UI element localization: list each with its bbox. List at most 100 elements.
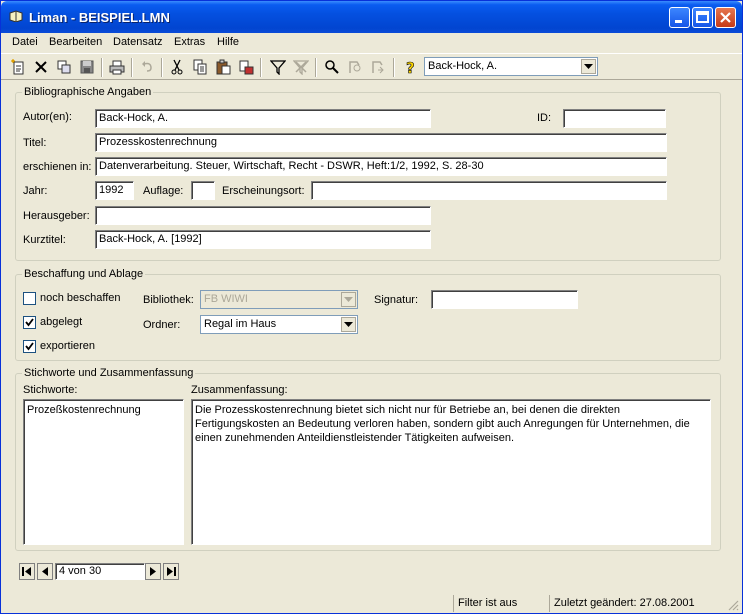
published-in-label: erschienen in:	[23, 161, 92, 173]
resize-grip-icon[interactable]	[727, 599, 739, 611]
first-record-icon	[22, 567, 31, 576]
find-previous-icon	[372, 61, 384, 74]
filed-label: abgelegt	[40, 316, 83, 328]
new-record-button[interactable]	[9, 58, 27, 76]
svg-text:?: ?	[406, 59, 415, 75]
close-icon	[720, 12, 731, 23]
close-button[interactable]	[715, 7, 736, 28]
record-selector-combo[interactable]: Back-Hock, A.	[424, 57, 598, 76]
cut-button[interactable]	[168, 58, 186, 76]
last-record-icon	[167, 567, 176, 576]
find-next-icon	[349, 61, 361, 73]
clear-filter-button[interactable]	[292, 58, 310, 76]
checkmark-icon	[25, 318, 34, 327]
next-record-icon	[150, 567, 156, 576]
title-bar[interactable]: Liman - BEISPIEL.LMN	[1, 1, 742, 33]
maximize-icon	[696, 11, 709, 23]
menu-bar: Datei Bearbeiten Datensatz Extras Hilfe	[1, 33, 742, 52]
print-button[interactable]	[108, 58, 126, 76]
paste-button[interactable]	[214, 58, 232, 76]
record-position-field[interactable]: 4 von 30	[55, 563, 145, 580]
save-button[interactable]	[78, 58, 96, 76]
editor-field[interactable]	[95, 206, 431, 225]
find-previous-button[interactable]	[369, 58, 387, 76]
edition-field[interactable]	[191, 181, 215, 200]
toolbar: ? Back-Hock, A.	[1, 53, 742, 80]
next-record-button[interactable]	[145, 563, 161, 580]
menu-extras[interactable]: Extras	[174, 36, 205, 48]
filter-button[interactable]	[269, 58, 287, 76]
title-label: Titel:	[23, 137, 47, 149]
published-in-field[interactable]: Datenverarbeitung. Steuer, Wirtschaft, R…	[95, 157, 667, 176]
delete-x-icon	[35, 61, 47, 73]
library-select[interactable]: FB WIWI	[200, 290, 358, 309]
procurement-group: Beschaffung und Ablage	[15, 268, 721, 361]
save-disk-icon	[80, 60, 94, 74]
help-button[interactable]: ?	[401, 58, 419, 76]
search-icon	[325, 60, 339, 74]
checkmark-icon	[25, 342, 34, 351]
first-record-button[interactable]	[19, 563, 35, 580]
previous-record-button[interactable]	[37, 563, 53, 580]
title-field[interactable]: Prozesskostenrechnung	[95, 133, 667, 152]
paste-special-button[interactable]	[237, 58, 255, 76]
signature-label: Signatur:	[374, 294, 419, 306]
toolbar-separator	[101, 58, 103, 77]
summary-textarea[interactable]: Die Prozesskostenrechnung bietet sich ni…	[191, 399, 711, 545]
copy-button[interactable]	[191, 58, 209, 76]
keyword-item[interactable]: Prozeßkostenrechnung	[27, 403, 180, 417]
search-button[interactable]	[323, 58, 341, 76]
keywords-summary-group-title: Stichworte und Zusammenfassung	[22, 367, 196, 379]
minimize-icon	[675, 20, 682, 23]
published-in-value: Datenverarbeitung. Steuer, Wirtschaft, R…	[99, 160, 484, 172]
author-value: Back-Hock, A.	[99, 112, 169, 124]
paste-special-icon	[239, 60, 254, 75]
maximize-button[interactable]	[692, 7, 713, 28]
duplicate-button[interactable]	[55, 58, 73, 76]
delete-button[interactable]	[32, 58, 50, 76]
export-label: exportieren	[40, 340, 96, 352]
still-to-procure-checkbox[interactable]	[23, 292, 36, 305]
signature-field[interactable]	[431, 290, 578, 309]
chevron-down-icon	[344, 321, 353, 327]
summary-text: Die Prozesskostenrechnung bietet sich ni…	[195, 404, 690, 444]
short-title-field[interactable]: Back-Hock, A. [1992]	[95, 230, 431, 249]
author-label: Autor(en):	[23, 111, 72, 123]
place-label: Erscheinungsort:	[222, 185, 305, 197]
author-field[interactable]: Back-Hock, A.	[95, 109, 431, 128]
folder-dropdown-button[interactable]	[341, 317, 356, 332]
place-field[interactable]	[311, 181, 667, 200]
procurement-group-title: Beschaffung und Ablage	[22, 268, 146, 280]
record-selector-dropdown-button[interactable]	[581, 59, 596, 74]
menu-bearbeiten[interactable]: Bearbeiten	[49, 36, 102, 48]
filter-status: Filter ist aus	[453, 595, 549, 612]
window-title: Liman - BEISPIEL.LMN	[29, 10, 170, 25]
record-position-value: 4 von 30	[59, 565, 102, 577]
short-title-value: Back-Hock, A. [1992]	[99, 233, 202, 245]
id-field[interactable]	[563, 109, 666, 128]
menu-datensatz[interactable]: Datensatz	[113, 36, 163, 48]
find-next-button[interactable]	[346, 58, 364, 76]
folder-select[interactable]: Regal im Haus	[200, 315, 358, 334]
status-bar: Filter ist aus Zuletzt geändert: 27.08.2…	[1, 593, 742, 613]
filed-checkbox[interactable]	[23, 316, 36, 329]
year-field[interactable]: 1992	[95, 181, 134, 200]
undo-button[interactable]	[138, 58, 156, 76]
filter-funnel-icon	[270, 60, 286, 75]
app-book-icon	[9, 10, 23, 22]
status-panel-main	[1, 595, 453, 612]
menu-datei[interactable]: Datei	[12, 36, 38, 48]
chevron-down-icon	[344, 296, 353, 302]
still-to-procure-label: noch beschaffen	[40, 292, 121, 304]
export-checkbox[interactable]	[23, 340, 36, 353]
minimize-button[interactable]	[669, 7, 690, 28]
help-question-icon: ?	[406, 59, 415, 75]
copy-icon	[193, 59, 207, 75]
keywords-list[interactable]: Prozeßkostenrechnung	[23, 399, 184, 545]
library-label: Bibliothek:	[143, 294, 194, 306]
menu-hilfe[interactable]: Hilfe	[217, 36, 239, 48]
new-document-icon	[11, 59, 24, 75]
last-record-button[interactable]	[163, 563, 179, 580]
previous-record-icon	[42, 567, 48, 576]
library-dropdown-button[interactable]	[341, 292, 356, 307]
